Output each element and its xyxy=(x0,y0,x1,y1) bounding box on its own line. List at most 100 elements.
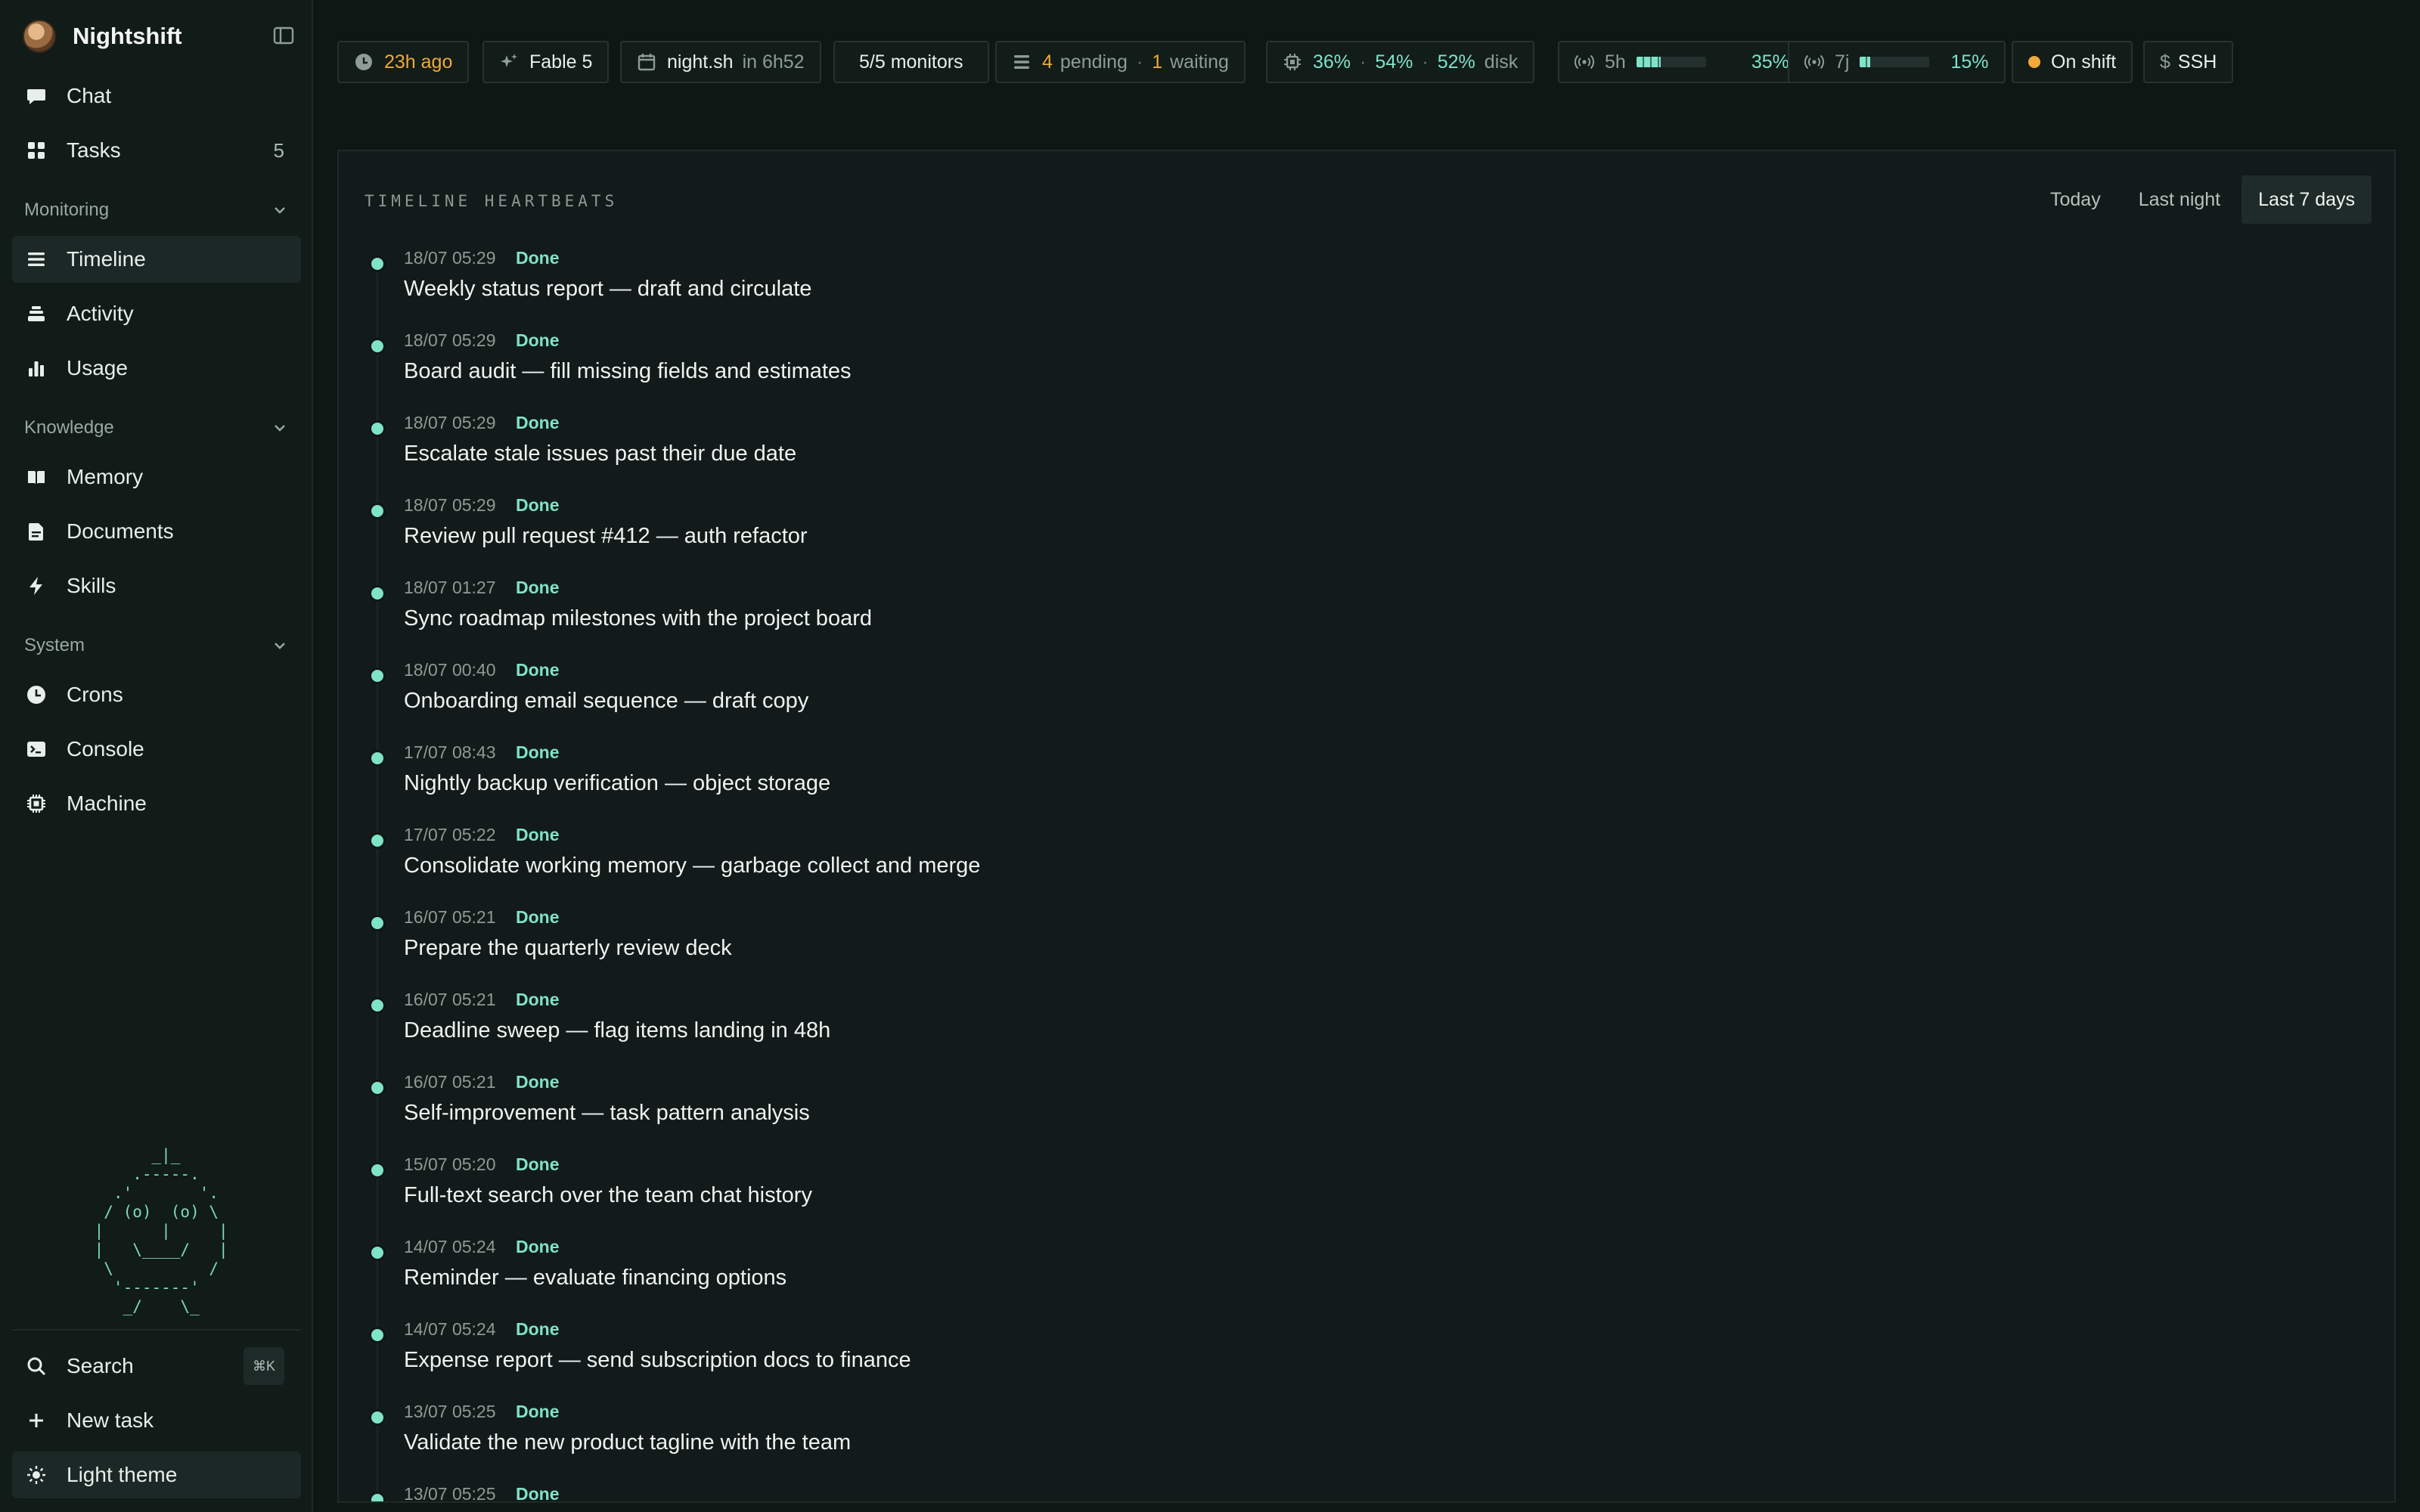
status-dot xyxy=(369,750,386,767)
monitors-pill[interactable]: 5/5 monitors xyxy=(833,41,989,83)
entry-status-badge: Done xyxy=(516,578,560,597)
ssh-label: SSH xyxy=(2177,51,2217,73)
usage-7d-bar xyxy=(1860,57,1930,67)
sidebar-item-activity[interactable]: Activity xyxy=(12,290,301,337)
timeline-entry[interactable]: 14/07 05:24 Done Expense report — send sub… xyxy=(365,1319,2331,1401)
entry-timestamp: 17/07 08:43 xyxy=(404,742,496,762)
shift-status-pill[interactable]: On shift xyxy=(2012,41,2133,83)
entry-title: Board audit — fill missing fields and es… xyxy=(404,359,852,383)
sidebar-item-label: Usage xyxy=(67,356,128,380)
new-task-button[interactable]: New task xyxy=(12,1397,301,1444)
timeline-entry[interactable]: 18/07 05:29 Done Escalate stale issues pas… xyxy=(365,413,2331,494)
entry-timestamp: 18/07 00:40 xyxy=(404,660,496,680)
model-pill[interactable]: Fable 5 xyxy=(482,41,610,83)
list-icon xyxy=(1012,52,1032,72)
sidebar-item-label: Memory xyxy=(67,465,144,488)
entry-title: Expense report — send subscription docs … xyxy=(404,1348,911,1372)
sidebar-item-label: Machine xyxy=(67,792,147,815)
brand[interactable]: Nightshift xyxy=(23,18,295,54)
timeline-entry[interactable]: 16/07 05:21 Done Prepare the quarterly rev… xyxy=(365,907,2331,989)
section-title: Knowledge xyxy=(24,417,114,438)
timeline-entry[interactable]: 18/07 05:29 Done Review pull request #412 … xyxy=(365,495,2331,577)
sidebar-item-usage[interactable]: Usage xyxy=(12,345,301,392)
timeline-entry[interactable]: 13/07 05:25 Done Validate the new product … xyxy=(365,1402,2331,1483)
timeline-entry[interactable]: 16/07 05:21 Done Self-improvement — task p… xyxy=(365,1072,2331,1154)
usage-7d-label: 7j xyxy=(1835,51,1850,73)
sidebar-item-label: Chat xyxy=(67,84,112,107)
timeline-entry[interactable]: 16/07 05:21 Done Deadline sweep — flag ite… xyxy=(365,990,2331,1071)
entry-title: Weekly status report — draft and circula… xyxy=(404,277,812,301)
timeline-entry[interactable]: 14/07 05:24 Done Reminder — evaluate finan… xyxy=(365,1237,2331,1318)
theme-toggle-label: Light theme xyxy=(67,1463,178,1486)
status-dot xyxy=(369,1244,386,1261)
timeline-entry[interactable]: 17/07 05:22 Done Consolidate working memor… xyxy=(365,825,2331,906)
usage-5h-bar xyxy=(1636,57,1706,67)
separator-dot: · xyxy=(1422,51,1429,73)
search-icon xyxy=(26,1356,47,1377)
document-icon xyxy=(26,521,47,542)
bar-chart-icon xyxy=(26,358,47,379)
sidebar-item-tasks[interactable]: Tasks 5 xyxy=(12,127,301,174)
sidebar-item-memory[interactable]: Memory xyxy=(12,454,301,500)
usage-7d-pill[interactable]: 7j 15% xyxy=(1788,41,2006,83)
usage-7d-value: 15% xyxy=(1950,51,1989,73)
sidebar-item-timeline[interactable]: Timeline xyxy=(12,236,301,283)
chip-icon xyxy=(26,793,47,814)
usage-5h-value: 35% xyxy=(1751,51,1789,73)
entry-timestamp: 18/07 05:29 xyxy=(404,413,496,432)
timeline-entry[interactable]: 18/07 05:29 Done Weekly status report — dr… xyxy=(365,248,2331,330)
entry-timestamp: 18/07 05:29 xyxy=(404,495,496,515)
timeline-panel: TIMELINE HEARTBEATS Today Last night Las… xyxy=(337,150,2396,1503)
resources-pill[interactable]: 36% · 54% · 52% disk xyxy=(1266,41,1535,83)
sidebar-item-machine[interactable]: Machine xyxy=(12,780,301,827)
chevron-down-icon xyxy=(271,419,289,437)
sidebar-item-console[interactable]: Console xyxy=(12,726,301,773)
entry-timestamp: 16/07 05:21 xyxy=(404,1072,496,1092)
pending-count: 4 xyxy=(1042,51,1053,73)
disk-label: disk xyxy=(1484,51,1519,73)
sidebar-item-skills[interactable]: Skills xyxy=(12,562,301,609)
last-run-value: 23h ago xyxy=(384,51,453,73)
entry-status-badge: Done xyxy=(516,990,560,1009)
timeline-entry[interactable]: 13/07 05:25 Done xyxy=(365,1484,2331,1503)
entry-title: Nightly backup verification — object sto… xyxy=(404,771,831,795)
queue-pill[interactable]: 4 pending · 1 waiting xyxy=(995,41,1246,83)
tab-last-night[interactable]: Last night xyxy=(2122,175,2237,224)
status-dot xyxy=(369,668,386,684)
section-header-knowledge[interactable]: Knowledge xyxy=(24,413,289,443)
clock-icon xyxy=(354,52,374,72)
sidebar-item-documents[interactable]: Documents xyxy=(12,508,301,555)
status-dot xyxy=(369,1492,386,1501)
status-dot xyxy=(369,256,386,272)
entry-timestamp: 18/07 01:27 xyxy=(404,578,496,597)
usage-5h-pill[interactable]: 5h 35% xyxy=(1558,41,1806,83)
last-run-pill[interactable]: 23h ago xyxy=(337,41,470,83)
sidebar-item-crons[interactable]: Crons xyxy=(12,671,301,718)
chat-icon xyxy=(26,85,47,107)
ssh-button[interactable]: $ SSH xyxy=(2143,41,2234,83)
tab-today[interactable]: Today xyxy=(2034,175,2118,224)
timeline-entry[interactable]: 18/07 00:40 Done Onboarding email sequence… xyxy=(365,660,2331,742)
entry-status-badge: Done xyxy=(516,1154,560,1174)
entry-timestamp: 13/07 05:25 xyxy=(404,1484,496,1503)
timeline-entry[interactable]: 18/07 05:29 Done Board audit — fill missin… xyxy=(365,330,2331,412)
tab-last-7-days[interactable]: Last 7 days xyxy=(2242,175,2372,224)
lightning-icon xyxy=(26,575,47,596)
section-header-monitoring[interactable]: Monitoring xyxy=(24,195,289,225)
status-dot xyxy=(2028,56,2040,68)
sidebar-divider xyxy=(12,1329,301,1331)
entry-title: Self-improvement — task pattern analysis xyxy=(404,1101,810,1125)
entry-status-badge: Done xyxy=(516,330,560,350)
sidebar-item-label: Crons xyxy=(67,683,123,706)
section-header-system[interactable]: System xyxy=(24,631,289,661)
sidebar-item-chat[interactable]: Chat xyxy=(12,73,301,119)
timeline-entry[interactable]: 17/07 08:43 Done Nightly backup verificati… xyxy=(365,742,2331,824)
chevron-down-icon xyxy=(271,637,289,655)
pending-label: pending xyxy=(1060,51,1128,73)
theme-toggle-button[interactable]: Light theme xyxy=(12,1452,301,1498)
sidebar-toggle-icon[interactable] xyxy=(272,24,295,47)
usage-7d-bar-fill xyxy=(1860,57,1871,67)
timeline-entry[interactable]: 18/07 01:27 Done Sync roadmap milestones w… xyxy=(365,578,2331,659)
timeline-entry[interactable]: 15/07 05:20 Done Full-text search over the… xyxy=(365,1154,2331,1236)
schedule-pill[interactable]: night.sh in 6h52 xyxy=(620,41,821,83)
